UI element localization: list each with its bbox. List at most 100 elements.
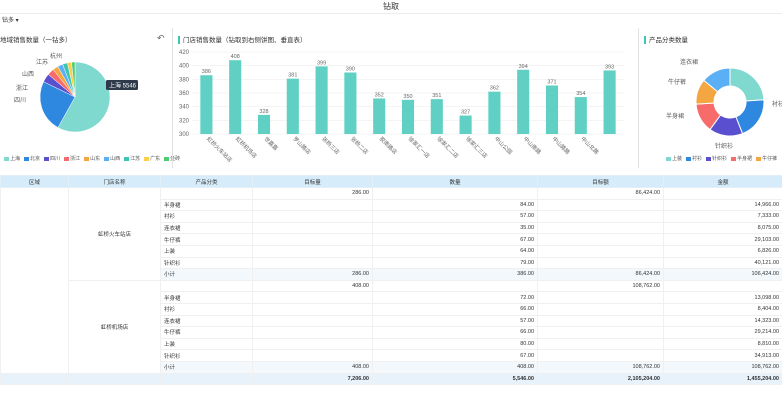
table-cell: 57.00 [372, 210, 538, 223]
table-cell: 80.00 [372, 337, 538, 351]
pie-label: 杭州 [50, 52, 62, 60]
bar-data-label: 399 [317, 60, 326, 66]
table-cell: 连衣裙 [160, 314, 253, 328]
table-cell: 虹桥机场店 [68, 279, 161, 374]
table-cell: 1,455,204.00 [663, 372, 782, 386]
bar[interactable] [459, 115, 472, 134]
bar[interactable] [315, 66, 328, 134]
x-tick-label: 徐家汇二店 [435, 135, 460, 160]
table-cell [537, 302, 664, 316]
bar[interactable] [430, 99, 443, 134]
bar-data-label: 371 [547, 79, 556, 85]
legend-item[interactable]: 山东 [84, 155, 100, 162]
table-cell [252, 233, 373, 246]
table-header-row: 区域 门店名称 产品分类 目标量 数量 目标额 金额 [0, 175, 782, 188]
legend-item[interactable]: 半身裙 [731, 155, 752, 162]
table-cell: 64.00 [372, 244, 538, 258]
table-cell: 5,546.00 [372, 372, 538, 386]
donut-slice[interactable] [729, 67, 765, 102]
table-cell: 29,103.00 [663, 233, 782, 246]
svg-text:上海 5546: 上海 5546 [109, 82, 137, 90]
table-cell [252, 326, 373, 339]
table-cell [0, 187, 69, 374]
region-pie-chart[interactable]: 杭州江苏山西浙江四川 上海 5546 [0, 42, 170, 152]
bar[interactable] [229, 60, 242, 135]
table-cell [537, 349, 664, 362]
legend-item[interactable]: 北京 [24, 155, 40, 162]
table-cell [252, 314, 373, 328]
legend-item[interactable]: 衬衫 [686, 155, 702, 162]
table-cell: 7,333.00 [663, 210, 782, 223]
legend-item[interactable]: 山西 [104, 155, 120, 162]
bar[interactable] [344, 72, 357, 135]
bar[interactable] [200, 75, 213, 134]
table-cell [372, 187, 538, 200]
table-cell: 半身裙 [160, 291, 253, 304]
bar[interactable] [373, 98, 386, 134]
bar[interactable] [257, 114, 271, 134]
legend-item[interactable]: 四川 [44, 155, 60, 162]
legend-item[interactable]: 针织衫 [706, 155, 727, 162]
table-row: 虹桥火车站店 286.00 86,424.00 [0, 187, 782, 374]
legend-item[interactable]: 浙江 [64, 155, 80, 162]
table-cell: 14,323.00 [663, 314, 782, 328]
donut-label: 半身裙 [666, 112, 684, 120]
legend-item[interactable]: 牛仔裤 [756, 155, 777, 162]
table-cell: 408.00 [372, 360, 538, 374]
table-cell: 衬衫 [160, 302, 253, 316]
bar-data-label: 352 [375, 92, 384, 98]
table-cell [252, 302, 373, 316]
table-cell: 小计 [160, 360, 253, 374]
y-tick-label: 380 [179, 77, 190, 83]
category-donut-legend: 上装 衬衫 针织衫 半身裙 牛仔裤 [666, 155, 777, 162]
store-bar-chart[interactable]: 300 320 340 360 380 400 420 386 虹桥火车站店 408 虹桥机场店 32… [174, 46, 634, 172]
table-cell: 14,966.00 [663, 198, 782, 212]
pie-label: 浙江 [16, 84, 28, 92]
x-tick-label: 张杨三店 [320, 135, 342, 157]
table-cell: 67.00 [372, 349, 538, 362]
table-cell [537, 314, 664, 328]
table-cell: 40,121.00 [663, 256, 782, 270]
column-header[interactable]: 区域 [0, 175, 69, 188]
table-cell [252, 291, 373, 304]
bar[interactable] [401, 99, 415, 134]
bar[interactable] [517, 69, 530, 134]
column-header[interactable]: 门店名称 [68, 175, 161, 188]
legend-item[interactable]: 上海 [4, 155, 20, 162]
bar[interactable] [286, 78, 299, 134]
table-cell: 72.00 [372, 291, 538, 304]
table-cell: 79.00 [372, 256, 538, 270]
bar[interactable] [574, 97, 587, 134]
column-header[interactable]: 产品分类 [160, 175, 253, 188]
table-cell: 386.00 [372, 268, 538, 281]
x-tick-label: 罗山路店 [291, 135, 313, 157]
table-cell: 小计 [160, 268, 253, 281]
column-header[interactable]: 金额 [663, 175, 782, 188]
legend-item[interactable]: 江苏 [124, 155, 140, 162]
bar-data-label: 390 [346, 67, 355, 73]
y-tick-label: 320 [179, 118, 190, 124]
y-tick-label: 400 [179, 64, 190, 70]
total-row: 7,206.00 5,546.00 2,105,204.00 1,455,204.00 [0, 372, 782, 386]
table-cell [537, 244, 664, 258]
bar-data-label: 362 [490, 86, 499, 92]
x-tick-label: 中山南路 [522, 135, 544, 157]
table-cell: 108,762.00 [663, 360, 782, 374]
legend-item[interactable]: 广东 [144, 155, 160, 162]
bar-data-label: 394 [519, 64, 528, 70]
column-header[interactable]: 目标额 [537, 175, 664, 188]
legend-item[interactable]: 上装 [666, 155, 682, 162]
table-cell: 286.00 [252, 187, 373, 200]
bar[interactable] [545, 85, 559, 134]
bar-data-label: 351 [432, 93, 441, 99]
column-header[interactable]: 目标量 [252, 175, 373, 188]
table-cell: 57.00 [372, 314, 538, 328]
bar[interactable] [488, 91, 501, 134]
drill-mode-dropdown[interactable]: 钻多 ▾ [2, 15, 19, 24]
bar[interactable] [603, 70, 616, 134]
column-header[interactable]: 数量 [372, 175, 538, 188]
donut-label: 牛仔裤 [668, 78, 686, 86]
category-donut-chart[interactable]: 连衣裙牛仔裤半身裙 衬衫针织衫 [640, 46, 782, 150]
bar-data-label: 350 [403, 94, 412, 100]
bar-data-label: 386 [202, 69, 211, 75]
